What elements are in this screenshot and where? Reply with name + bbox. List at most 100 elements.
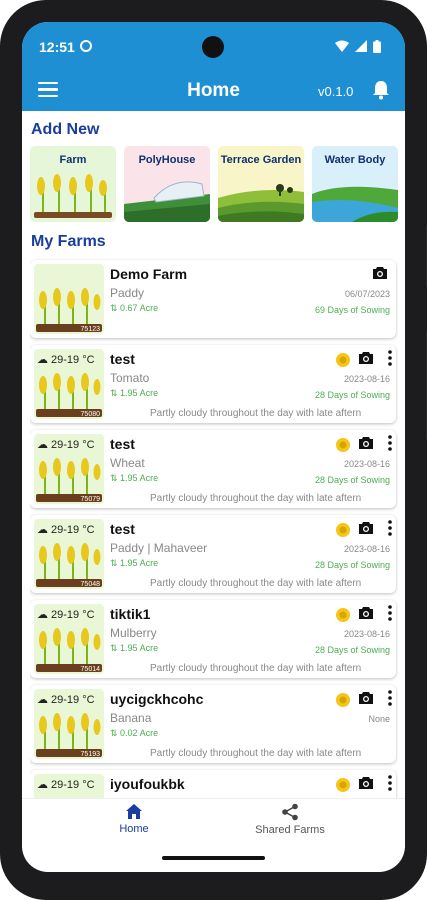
farm-name: iyoufoukbk xyxy=(110,776,185,792)
farm-card[interactable]: ☁ 29-19 °C 75048 test Paddy | Mahaveer ⇅ … xyxy=(30,515,396,593)
temperature: ☁ 29-19 °C xyxy=(37,693,95,707)
temperature: ☁ 29-19 °C xyxy=(37,608,95,622)
farm-crop: Banana xyxy=(110,711,152,725)
farm-name: Demo Farm xyxy=(110,266,188,282)
add-farm-tile[interactable]: Farm xyxy=(30,146,116,222)
front-camera xyxy=(202,36,224,58)
farm-thumbnail: ☁ 29-19 °C 75079 xyxy=(34,434,104,504)
add-new-tiles: Farm PolyHouse Terrace Garden Water Body xyxy=(30,146,398,222)
camera-icon[interactable] xyxy=(358,351,374,365)
farm-id: 75080 xyxy=(80,411,100,418)
farm-area: ⇅ 1.95 Acre xyxy=(110,558,159,568)
camera-icon[interactable] xyxy=(358,436,374,450)
farm-name: uycigckhcohc xyxy=(110,691,204,707)
farm-date: 2023-08-16 xyxy=(343,629,390,639)
weather-icon: ☁ xyxy=(37,694,48,706)
temperature: ☁ 29-19 °C xyxy=(37,778,95,792)
days-of-sowing: 28 Days of Sowing xyxy=(314,390,390,400)
gesture-bar[interactable] xyxy=(162,856,265,860)
farm-area: ⇅ 0.67 Acre xyxy=(110,303,159,313)
farm-name: test xyxy=(110,351,135,367)
status-time: 12:51 xyxy=(39,39,75,55)
nav-shared-farms[interactable]: Shared Farms xyxy=(230,803,350,836)
more-options-icon[interactable] xyxy=(388,605,392,621)
farm-id: 75014 xyxy=(80,666,100,673)
weather-icon: ☁ xyxy=(37,354,48,366)
polyhouse-illustration xyxy=(124,181,210,222)
nav-home[interactable]: Home xyxy=(74,803,194,835)
more-options-icon[interactable] xyxy=(388,690,392,706)
coin-icon[interactable] xyxy=(336,523,350,537)
coin-icon[interactable] xyxy=(336,693,350,707)
paddy-illustration xyxy=(34,174,112,218)
farm-name: test xyxy=(110,436,135,452)
farm-name: tiktik1 xyxy=(110,606,151,622)
days-of-sowing: 28 Days of Sowing xyxy=(314,475,390,485)
weather-summary: Partly cloudy throughout the day with la… xyxy=(150,578,362,589)
water-body-illustration xyxy=(312,186,398,222)
farm-crop: Paddy xyxy=(110,286,145,300)
farm-card[interactable]: 75123 Demo Farm Paddy ⇅ 0.67 Acre 06/07/… xyxy=(30,260,396,338)
coin-icon[interactable] xyxy=(336,438,350,452)
more-options-icon[interactable] xyxy=(388,435,392,451)
farm-card[interactable]: ☁ 29-19 °C 75080 test Tomato ⇅ 1.95 Acre … xyxy=(30,345,396,423)
farm-crop: Mulberry xyxy=(110,626,157,640)
bottom-nav: Home Shared Farms xyxy=(22,798,405,848)
weather-summary: Partly cloudy throughout the day with la… xyxy=(150,493,362,504)
farm-card[interactable]: ☁ 29-19 °C 75193 uycigckhcohc Banana ⇅ 0.… xyxy=(30,685,396,763)
add-water-body-tile[interactable]: Water Body xyxy=(312,146,398,222)
camera-icon[interactable] xyxy=(358,776,374,790)
weather-icon: ☁ xyxy=(37,524,48,536)
farm-id: 75123 xyxy=(80,326,100,333)
farm-date: 06/07/2023 xyxy=(344,289,390,299)
weather-summary: Partly cloudy throughout the day with la… xyxy=(150,663,362,674)
farm-name: test xyxy=(110,521,135,537)
more-options-icon[interactable] xyxy=(388,350,392,366)
more-options-icon[interactable] xyxy=(388,520,392,536)
farm-thumbnail: ☁ 29-19 °C 75048 xyxy=(34,519,104,589)
farm-area: ⇅ 1.95 Acre xyxy=(110,388,159,398)
camera-icon[interactable] xyxy=(358,606,374,620)
share-icon xyxy=(282,803,298,821)
camera-icon[interactable] xyxy=(372,266,388,280)
temperature: ☁ 29-19 °C xyxy=(37,523,95,537)
farm-crop: Tomato xyxy=(110,371,150,385)
home-icon xyxy=(126,804,142,819)
add-polyhouse-tile[interactable]: PolyHouse xyxy=(124,146,210,222)
screen: 12:51 Home v0.1.0 Add New Farm PolyHouse… xyxy=(22,22,405,872)
app-version: v0.1.0 xyxy=(318,84,354,99)
farm-card[interactable]: ☁ 29-19 °C 75014 tiktik1 Mulberry ⇅ 1.95 … xyxy=(30,600,396,678)
weather-icon: ☁ xyxy=(37,439,48,451)
weather-summary: Partly cloudy throughout the day with la… xyxy=(150,748,362,759)
add-terrace-garden-tile[interactable]: Terrace Garden xyxy=(218,146,304,222)
paddy-illustration xyxy=(36,288,102,332)
add-new-heading: Add New xyxy=(31,121,100,138)
days-of-sowing: 28 Days of Sowing xyxy=(314,560,390,570)
farm-area: ⇅ 0.02 Acre xyxy=(110,728,159,738)
farm-thumbnail: ☁ 29-19 °C xyxy=(34,774,104,798)
wifi-icon xyxy=(335,40,349,52)
coin-icon[interactable] xyxy=(336,353,350,367)
camera-icon[interactable] xyxy=(358,691,374,705)
sync-icon xyxy=(80,40,92,52)
farm-id: 75079 xyxy=(80,496,100,503)
weather-icon: ☁ xyxy=(37,609,48,621)
camera-icon[interactable] xyxy=(358,521,374,535)
farm-thumbnail: ☁ 29-19 °C 75193 xyxy=(34,689,104,759)
farm-date: None xyxy=(368,714,390,724)
my-farms-heading: My Farms xyxy=(31,233,106,250)
farm-crop: Paddy | Mahaveer xyxy=(110,541,208,555)
farm-card[interactable]: ☁ 29-19 °C 75079 test Wheat ⇅ 1.95 Acre 2… xyxy=(30,430,396,508)
temperature: ☁ 29-19 °C xyxy=(37,438,95,452)
farm-card[interactable]: ☁ 29-19 °C iyoufoukbk xyxy=(30,770,396,798)
bell-icon[interactable] xyxy=(372,80,390,100)
coin-icon[interactable] xyxy=(336,778,350,792)
more-options-icon[interactable] xyxy=(388,775,392,791)
farm-thumbnail: ☁ 29-19 °C 75080 xyxy=(34,349,104,419)
farm-crop: Wheat xyxy=(110,456,145,470)
nav-shared-label: Shared Farms xyxy=(255,824,325,836)
farm-thumbnail: ☁ 29-19 °C 75014 xyxy=(34,604,104,674)
weather-icon: ☁ xyxy=(37,779,48,791)
farm-id: 75048 xyxy=(80,581,100,588)
coin-icon[interactable] xyxy=(336,608,350,622)
